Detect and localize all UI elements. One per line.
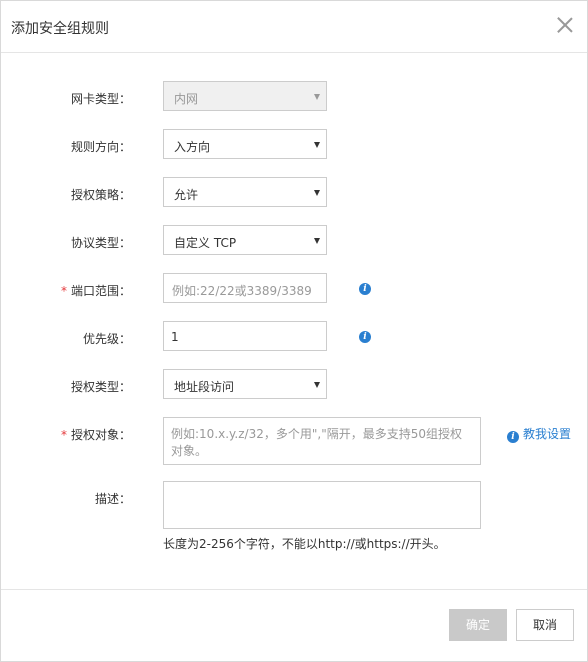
chevron-down-icon xyxy=(314,142,320,148)
close-icon[interactable] xyxy=(553,13,577,37)
description-hint: 长度为2-256个字符，不能以http://或https://开头。 xyxy=(163,537,446,551)
priority-value: 1 xyxy=(171,330,179,344)
auth-object-textarea[interactable]: 例如:10.x.y.z/32，多个用","隔开，最多支持50组授权对象。 xyxy=(163,417,481,465)
auth-type-value: 地址段访问 xyxy=(174,380,235,394)
auth-object-label: 授权对象： xyxy=(70,428,131,442)
required-mark: * xyxy=(60,284,67,298)
port-range-input[interactable]: 例如:22/22或3389/3389 xyxy=(163,273,327,303)
nic-type-value: 内网 xyxy=(174,92,199,106)
priority-label: 优先级： xyxy=(82,332,131,346)
dialog-title: 添加安全组规则 xyxy=(11,21,109,37)
chevron-down-icon xyxy=(314,382,320,388)
info-icon[interactable]: i xyxy=(359,283,371,295)
priority-input[interactable]: 1 xyxy=(163,321,327,351)
protocol-label: 协议类型： xyxy=(70,236,131,250)
nic-type-label: 网卡类型： xyxy=(70,92,131,106)
info-icon: i xyxy=(507,431,519,443)
chevron-down-icon xyxy=(314,190,320,196)
help-link-text: 教我设置 xyxy=(523,427,572,441)
direction-select[interactable]: 入方向 xyxy=(163,129,327,159)
dialog-header: 添加安全组规则 xyxy=(1,1,587,53)
cancel-button[interactable]: 取消 xyxy=(516,609,574,641)
auth-type-select[interactable]: 地址段访问 xyxy=(163,369,327,399)
direction-value: 入方向 xyxy=(174,140,211,154)
security-group-rule-dialog: 添加安全组规则 网卡类型： 内网 规则方向： 入方向 授权策略： 允许 协议类型… xyxy=(0,0,588,662)
description-textarea[interactable] xyxy=(163,481,481,529)
protocol-select[interactable]: 自定义 TCP xyxy=(163,225,327,255)
info-icon[interactable]: i xyxy=(359,331,371,343)
auth-object-label-wrap: * 授权对象： xyxy=(11,426,131,443)
footer-divider xyxy=(1,589,587,590)
policy-label: 授权策略： xyxy=(70,188,131,202)
policy-value: 允许 xyxy=(174,188,199,202)
port-range-label-wrap: * 端口范围： xyxy=(11,282,131,299)
auth-object-placeholder: 例如:10.x.y.z/32，多个用","隔开，最多支持50组授权对象。 xyxy=(171,427,462,458)
help-link[interactable]: i 教我设置 xyxy=(507,425,571,443)
nic-type-select: 内网 xyxy=(163,81,327,111)
description-label: 描述： xyxy=(94,492,131,506)
required-mark: * xyxy=(60,428,67,442)
port-range-placeholder: 例如:22/22或3389/3389 xyxy=(172,284,312,298)
direction-label: 规则方向： xyxy=(70,140,131,154)
protocol-value: 自定义 TCP xyxy=(174,236,237,250)
ok-button[interactable]: 确定 xyxy=(449,609,507,641)
auth-type-label: 授权类型： xyxy=(70,380,131,394)
port-range-label: 端口范围： xyxy=(70,284,131,298)
chevron-down-icon xyxy=(314,238,320,244)
policy-select[interactable]: 允许 xyxy=(163,177,327,207)
chevron-down-icon xyxy=(314,94,320,100)
